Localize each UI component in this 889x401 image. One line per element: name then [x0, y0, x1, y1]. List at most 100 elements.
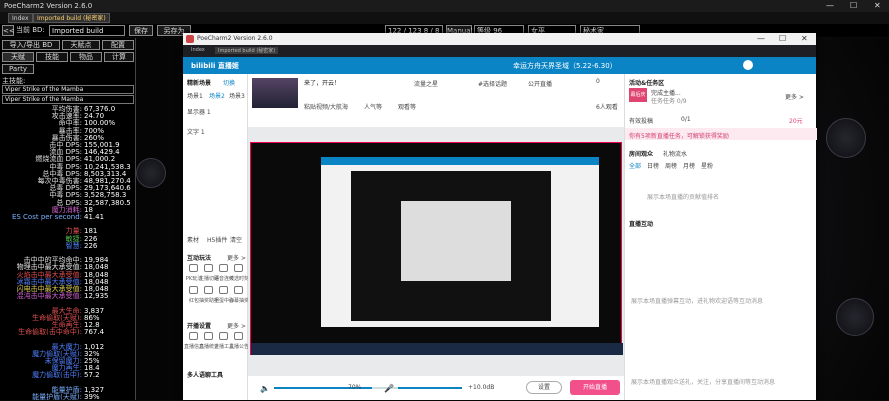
build-name-input[interactable]: Imported build — [49, 25, 125, 36]
scene-tab-3[interactable]: 场景3 — [229, 91, 245, 100]
notice-text: 你有5项新直播任务，可解锁获得奖励 — [629, 133, 729, 140]
scene-tab-2[interactable]: 场景2 — [209, 91, 225, 100]
passive-points-button[interactable]: 天赋点 — [62, 40, 100, 50]
save-button[interactable]: 保存 — [129, 25, 153, 36]
close-icon[interactable]: ✕ — [801, 33, 808, 45]
public-live-button[interactable]: 公开直播 — [528, 79, 552, 88]
main-skill-select[interactable]: Viper Strike of the Mamba — [2, 85, 134, 94]
room-tag[interactable]: 人气等 — [364, 102, 382, 111]
close-icon[interactable]: ✕ — [874, 0, 881, 12]
minimize-icon[interactable]: — — [757, 33, 765, 45]
calcs-button[interactable]: 计算 — [104, 52, 134, 62]
tree-node[interactable] — [136, 158, 166, 188]
stream-settings-title: 开播设置 — [187, 323, 212, 330]
tool-item[interactable]: 天选时刻 — [229, 264, 249, 284]
app-titlebar: PoeCharm2 Version 2.6.0 — [183, 33, 816, 45]
scene-header: 精新场景 — [187, 80, 212, 87]
stream-grid: 直播信息 直播统计 主播工具 主播公告 — [183, 332, 250, 362]
reward-label: 有效投稿 — [629, 118, 654, 125]
tool-icon — [189, 332, 198, 340]
live-header: bilibili 直播姬 幸运方舟天界圣域（5.22-6.30） — [183, 57, 816, 74]
avatar[interactable] — [743, 60, 753, 70]
tab-imported-build[interactable]: Imported build (秘密家) — [215, 47, 279, 54]
pob-tabbar: Index Imported build (秘密家) — [0, 12, 889, 24]
more-interact-link[interactable]: 更多 > — [227, 253, 246, 262]
rank-tab[interactable]: 星粉 — [701, 161, 713, 170]
live-title[interactable]: 幸运方舟天界圣域（5.22-6.30） — [513, 61, 617, 71]
import-export-button[interactable]: 导入/导出 BD — [2, 40, 60, 50]
nested-screen — [351, 171, 551, 321]
volume-percent: 70% — [348, 384, 362, 391]
skills-button[interactable]: 技能 — [36, 52, 68, 62]
speaker-icon[interactable]: 🔈 — [260, 384, 270, 393]
tree-node[interactable] — [836, 298, 874, 336]
maximize-icon[interactable]: ☐ — [850, 0, 857, 12]
flow-star-button[interactable]: 流量之星 — [414, 79, 438, 88]
items-button[interactable]: 物品 — [70, 52, 102, 62]
room-title[interactable]: 来了，开云！ — [304, 78, 340, 87]
interact-grid: PK玩法 主播切磋 语音连线 天选时刻 红包 抽奖助手 扭蛋中心 弹幕抽奖 — [183, 264, 250, 308]
party-button[interactable]: Party — [2, 64, 34, 74]
back-button[interactable]: << — [2, 25, 15, 36]
tree-button[interactable]: 天赋 — [2, 52, 34, 62]
chat-tab-gifts[interactable]: 礼物流水 — [663, 149, 687, 158]
tab-imported-build[interactable]: Imported build (秘密家) — [33, 13, 110, 23]
pob-sidebar: 导入/导出 BD 天赋点 配置 天赋 技能 物品 计算 Party 主技能: V… — [0, 38, 136, 401]
tool-icon — [219, 286, 228, 294]
rank-empty-message: 展示本场直播的贡献值排名 — [647, 194, 720, 201]
tool-icon — [219, 264, 228, 272]
switch-button[interactable]: 切换 — [223, 78, 235, 87]
tool-item[interactable]: 弹幕抽奖 — [229, 286, 250, 306]
more-tasks-link[interactable]: 更多 > — [785, 92, 804, 101]
source-text[interactable]: 文字 1 — [187, 127, 205, 136]
cover-thumbnail[interactable] — [252, 78, 298, 108]
config-button[interactable]: 配置 — [102, 40, 134, 50]
room-tag[interactable]: 粘贴视频/大航海 — [304, 102, 348, 111]
interact-title: 互动玩法 — [187, 255, 212, 262]
skill-part-select[interactable]: Viper Strike of the Mamba — [2, 95, 134, 104]
app-logo-icon — [186, 35, 194, 43]
activity-panel: 活动&任务区 幕后庆会 完成主播... 任务任务 0/9 更多 > 有效投稿 0… — [624, 74, 817, 400]
h5-plugin-button[interactable]: H5插件 — [207, 235, 227, 244]
tree-node[interactable] — [826, 118, 866, 158]
tool-label: 弹幕抽奖 — [229, 298, 250, 304]
preview-taskbar — [251, 343, 623, 355]
room-info-bar: 来了，开云！ 流量之星 #选择话题 公开直播 粘贴视频/大航海 人气等 观看等 … — [248, 74, 624, 127]
tab-index[interactable]: Index — [8, 13, 33, 23]
pob-titlebar: PoeCharm2 Version 2.6.0 — [0, 0, 889, 12]
tool-icon — [234, 332, 243, 340]
tool-icon — [234, 286, 243, 294]
app-window-controls: — ☐ ✕ — [753, 33, 816, 45]
activity-badge[interactable]: 幕后庆会 — [629, 88, 647, 112]
room-tag[interactable]: 观看等 — [398, 102, 416, 111]
tool-icon — [219, 332, 228, 340]
notice-bar[interactable]: 你有5项新直播任务，可解锁获得奖励 — [625, 128, 817, 140]
stream-preview[interactable] — [250, 142, 623, 355]
viewer-count: 6人观看 — [596, 104, 618, 111]
chat-tab-viewers[interactable]: 房间观众 — [629, 149, 653, 158]
tool-icon — [204, 332, 213, 340]
clear-button[interactable]: 清空 — [230, 235, 242, 244]
rank-tab[interactable]: 月榜 — [683, 161, 695, 170]
rank-tab[interactable]: 周榜 — [665, 161, 677, 170]
start-live-button[interactable]: 开始直播 — [570, 380, 620, 395]
rank-tab[interactable]: 全部 — [629, 161, 641, 170]
tool-icon — [234, 264, 243, 272]
preview-area: 来了，开云！ 流量之星 #选择话题 公开直播 粘贴视频/大航海 人气等 观看等 … — [248, 74, 624, 400]
add-material-button[interactable]: 素材 — [187, 235, 199, 244]
reward-value: 20元 — [789, 118, 803, 125]
tab-index[interactable]: Index — [191, 47, 205, 53]
mic-slider[interactable] — [398, 387, 462, 389]
mic-icon[interactable]: 🎤 — [384, 384, 394, 393]
settings-button[interactable]: 设置 — [526, 381, 562, 394]
minimize-icon[interactable]: — — [826, 0, 834, 12]
rank-tab[interactable]: 日榜 — [647, 161, 659, 170]
scene-tab-1[interactable]: 场景1 — [187, 91, 203, 100]
multi-voice-label[interactable]: 多人语聊工具 — [187, 370, 223, 379]
maximize-icon[interactable]: ☐ — [779, 33, 786, 45]
source-monitor[interactable]: 显示器 1 — [187, 107, 211, 116]
more-stream-link[interactable]: 更多 > — [227, 321, 246, 330]
tool-item[interactable]: 主播公告 — [229, 332, 250, 352]
tool-label: 主播公告 — [229, 344, 250, 350]
topic-button[interactable]: #选择话题 — [478, 79, 507, 88]
